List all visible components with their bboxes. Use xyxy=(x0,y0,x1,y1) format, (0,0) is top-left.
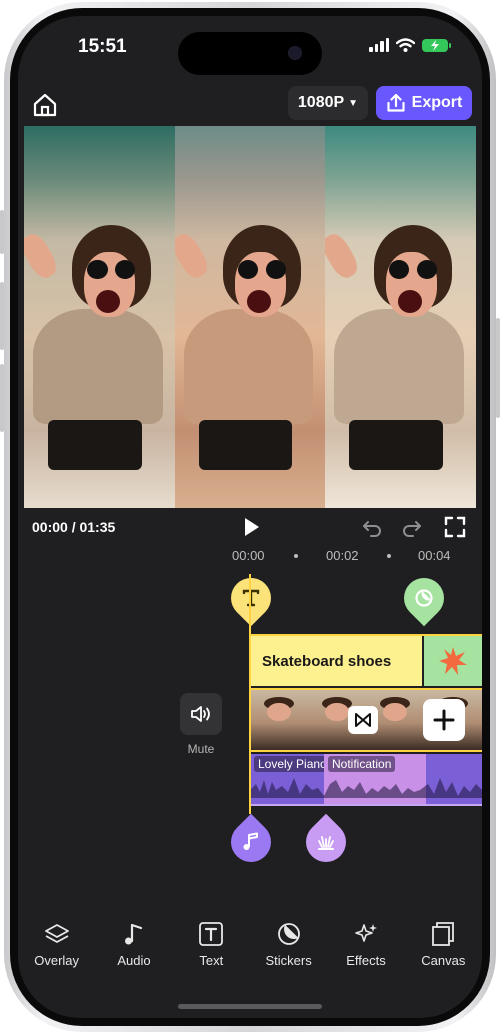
redo-button[interactable] xyxy=(401,516,423,538)
music-note-icon xyxy=(124,923,143,945)
preview-frame xyxy=(325,126,476,508)
transition-button[interactable] xyxy=(348,706,378,734)
transition-icon xyxy=(355,713,371,727)
text-clip-label: Skateboard shoes xyxy=(262,652,392,670)
export-label: Export xyxy=(411,94,463,111)
audio-marker[interactable] xyxy=(222,813,280,871)
play-icon xyxy=(245,518,259,536)
audio-label: Audio xyxy=(117,953,151,968)
text-clip[interactable]: Skateboard shoes xyxy=(250,636,422,686)
text-icon xyxy=(242,589,260,607)
status-time: 15:51 xyxy=(78,36,127,57)
ruler-label: 00:00 xyxy=(232,548,265,563)
volume-down-button xyxy=(0,364,4,432)
sound-effect-marker[interactable] xyxy=(297,813,355,871)
video-preview[interactable] xyxy=(24,126,476,508)
current-time: 00:00 xyxy=(32,519,68,535)
play-button[interactable] xyxy=(240,516,262,538)
video-thumbnail xyxy=(250,690,308,750)
text-tool[interactable]: Text xyxy=(174,921,248,981)
sparkle-icon xyxy=(355,924,377,942)
wifi-icon xyxy=(396,38,415,52)
home-button[interactable] xyxy=(32,92,58,118)
audio-track[interactable]: Lovely Piano Notification xyxy=(250,754,482,804)
resolution-dropdown[interactable]: 1080P ▼ xyxy=(288,86,368,120)
audio-waveform xyxy=(250,778,482,798)
export-icon xyxy=(387,93,405,112)
preview-frame xyxy=(24,126,175,508)
mute-label: Mute xyxy=(187,742,215,756)
redo-icon xyxy=(403,521,421,537)
sticker-marker[interactable] xyxy=(395,569,453,627)
home-icon xyxy=(33,93,57,117)
text-marker[interactable] xyxy=(222,569,280,627)
time-readout: 00:00 / 01:35 xyxy=(32,519,115,535)
mute-button[interactable] xyxy=(180,693,222,735)
chevron-down-icon: ▼ xyxy=(348,97,359,109)
action-button xyxy=(0,210,4,254)
effects-tool[interactable]: Effects xyxy=(329,921,403,981)
export-button[interactable]: Export xyxy=(376,86,472,120)
audio-tool[interactable]: Audio xyxy=(97,921,171,981)
starburst-sticker-icon xyxy=(439,647,467,675)
fullscreen-icon xyxy=(444,516,466,538)
volume-up-button xyxy=(0,282,4,350)
total-duration: 01:35 xyxy=(79,519,116,535)
time-separator: / xyxy=(67,519,80,535)
home-indicator xyxy=(178,1004,322,1009)
fullscreen-button[interactable] xyxy=(444,516,466,538)
effects-label: Effects xyxy=(346,953,386,968)
canvas-tool[interactable]: Canvas xyxy=(406,921,480,981)
playhead[interactable] xyxy=(249,574,251,814)
add-clip-button[interactable] xyxy=(423,699,465,741)
resolution-label: 1080P xyxy=(297,94,345,111)
effect-icon xyxy=(318,836,334,850)
dynamic-island xyxy=(178,32,322,75)
bottom-toolbar: Overlay Audio Text Stickers Effects Canv… xyxy=(18,921,482,981)
layers-icon xyxy=(44,924,69,943)
battery-icon xyxy=(422,38,451,52)
sticker-clip[interactable] xyxy=(424,636,482,686)
power-button xyxy=(496,318,500,418)
plus-icon xyxy=(433,709,455,731)
speaker-icon xyxy=(191,706,210,722)
undo-icon xyxy=(363,521,381,537)
undo-button[interactable] xyxy=(361,516,383,538)
sticker-icon xyxy=(415,589,433,607)
music-note-icon xyxy=(243,832,258,850)
ruler-label: 00:04 xyxy=(418,548,451,563)
preview-frame xyxy=(174,126,326,508)
stickers-tool[interactable]: Stickers xyxy=(252,921,326,981)
stickers-label: Stickers xyxy=(265,953,312,968)
ruler-label: 00:02 xyxy=(326,548,359,563)
overlay-tool[interactable]: Overlay xyxy=(20,921,94,981)
canvas-label: Canvas xyxy=(421,953,466,968)
audio-track-border xyxy=(250,804,482,806)
text-box-icon xyxy=(199,922,224,946)
overlay-label: Overlay xyxy=(34,953,80,968)
text-label: Text xyxy=(199,953,224,968)
sticker-icon xyxy=(277,923,300,945)
status-icons xyxy=(369,38,451,52)
canvas-icon xyxy=(432,922,455,946)
ruler-dot xyxy=(387,554,391,558)
app-screen: 15:51 1080P ▼ Export 00:00 / 01:35 00:00… xyxy=(18,16,482,1018)
ruler-dot xyxy=(294,554,298,558)
signal-icon xyxy=(369,38,389,52)
